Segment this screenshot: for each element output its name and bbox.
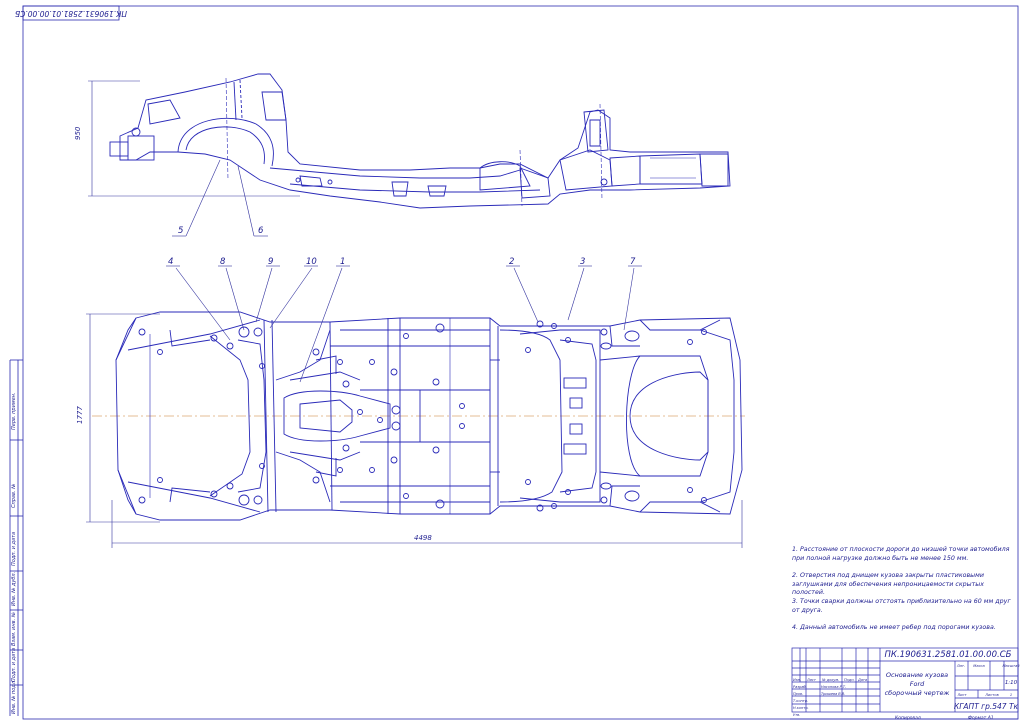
note-2: 2. Отверстия под днищем кузова закрыты п… bbox=[792, 572, 984, 596]
callout-5: 5 bbox=[178, 226, 183, 236]
sheets-count: 1 bbox=[1010, 693, 1012, 697]
row-izm: Изм. bbox=[793, 678, 801, 682]
strip-podp-1: Подп. и дата bbox=[11, 532, 17, 566]
scale-value: 1:10 bbox=[1005, 680, 1018, 686]
name-razrab: Насонова Р.Т. bbox=[821, 685, 846, 689]
side-view bbox=[109, 73, 731, 209]
callout-1: 1 bbox=[340, 257, 345, 267]
name-prov: Тришева В.В. bbox=[821, 692, 845, 696]
row-nodok: № докум. bbox=[821, 678, 839, 682]
role-prov: Пров. bbox=[793, 692, 803, 696]
note-3: 3. Точки сварки должны отстоять приблизи… bbox=[792, 598, 1011, 614]
row-list: Лист bbox=[806, 678, 817, 682]
callout-7: 7 bbox=[630, 257, 636, 267]
strip-inv-podl: Инв. № подл. bbox=[11, 680, 17, 715]
callout-8: 8 bbox=[220, 257, 226, 267]
callout-9: 9 bbox=[268, 257, 273, 267]
strip-inv-dubl: Инв. № дубл. bbox=[11, 572, 17, 606]
title-code: ПК.190631.2581.01.00.00.СБ bbox=[885, 650, 1012, 660]
callout-10: 10 bbox=[306, 257, 317, 267]
footer-format: Формат А1 bbox=[968, 715, 994, 721]
rotated-code: ПК.190631.2581.01.00.00.СБ bbox=[15, 9, 127, 18]
row-data: Дата bbox=[857, 678, 867, 682]
title-name-1: Основание кузова bbox=[886, 671, 948, 679]
callout-6: 6 bbox=[258, 226, 264, 236]
scale-label: Масштаб bbox=[1002, 664, 1020, 668]
strip-vzam-inv: Взам. инв. № bbox=[11, 612, 17, 646]
dim-length-label: 4498 bbox=[414, 534, 432, 542]
note-4: 4. Данный автомобиль не имеет ребер под … bbox=[792, 624, 996, 631]
strip-sprav: Справ. № bbox=[11, 484, 17, 508]
mass-label: Масса bbox=[973, 664, 984, 668]
title-name-3: сборочный чертеж bbox=[885, 689, 950, 697]
role-nkontr: Н.контр. bbox=[793, 706, 809, 710]
title-name-2: Ford bbox=[910, 680, 925, 688]
note-1: 1. Расстояние от плоскости дороги до низ… bbox=[792, 546, 1010, 562]
callout-2: 2 bbox=[509, 257, 514, 267]
role-razrab: Разраб. bbox=[793, 685, 807, 689]
title-group: КГАПТ гр.547 Тк bbox=[954, 702, 1019, 711]
role-tkontr: Т.контр. bbox=[793, 699, 808, 703]
sheet-label: Лист bbox=[956, 693, 967, 697]
callout-4: 4 bbox=[168, 257, 173, 267]
strip-podp-2: Подп. и дата bbox=[11, 648, 17, 682]
strip-perv-primen: Перв. примен. bbox=[11, 392, 17, 430]
plan-view bbox=[92, 311, 745, 521]
sheets-label: Листов bbox=[984, 693, 998, 697]
row-podp: Подп. bbox=[844, 678, 855, 682]
callout-3: 3 bbox=[580, 257, 585, 267]
dim-height-label: 950 bbox=[74, 126, 82, 140]
lit-label: Лит. bbox=[956, 664, 965, 668]
footer-copied: Копировал bbox=[895, 715, 921, 721]
role-utv: Утв. bbox=[793, 713, 800, 717]
dim-width-label: 1777 bbox=[76, 406, 84, 424]
